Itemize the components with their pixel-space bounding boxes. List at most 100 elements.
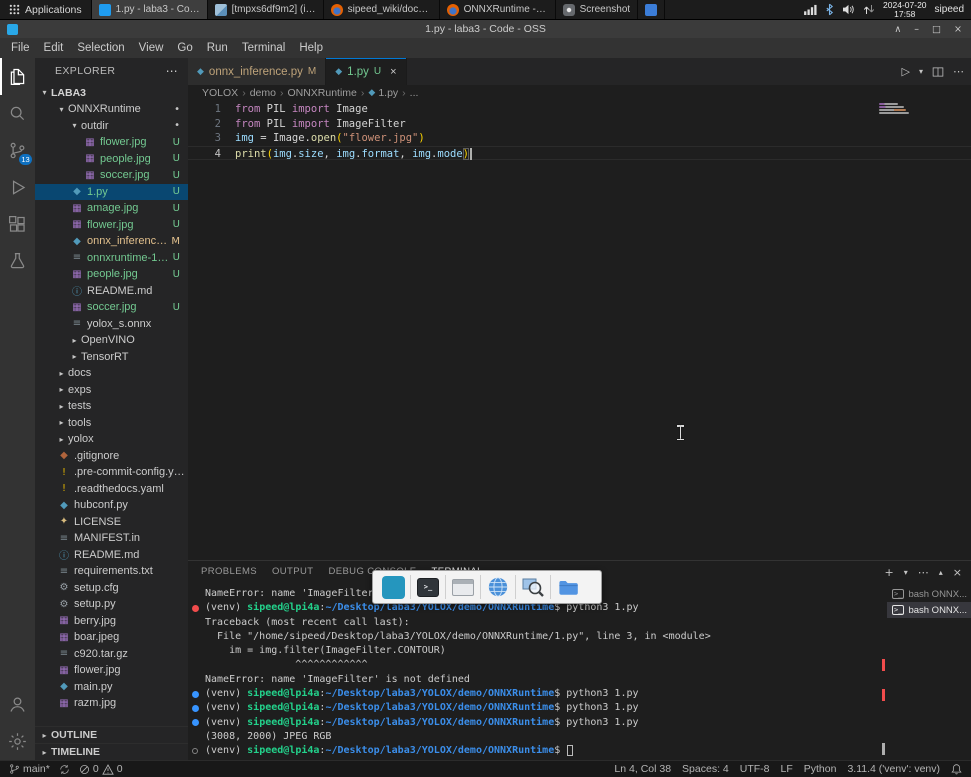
signal-strength-icon[interactable] — [804, 4, 817, 15]
menu-run[interactable]: Run — [200, 42, 235, 54]
file-yolox-s-onnx[interactable]: ≡ yolox_s.onnx — [35, 316, 188, 333]
file-license[interactable]: ✦ LICENSE — [35, 514, 188, 531]
terminal-tab[interactable]: >_ bash ONNX... — [887, 586, 971, 602]
testing-activity-button[interactable] — [0, 243, 35, 280]
taskbar-window-1-py-laba3-code[interactable]: 1.py - laba3 - Code -... — [91, 0, 208, 19]
status-spaces-4[interactable]: Spaces: 4 — [682, 763, 729, 775]
code-editor[interactable]: 1 from PIL import Image 2 from PIL import I… — [188, 100, 971, 560]
file-onnx-inference[interactable]: ◆ onnx_inference.... M — [35, 233, 188, 250]
switcher-item-browser[interactable] — [483, 573, 513, 601]
clock[interactable]: 2024-07-20 17:58 — [883, 0, 926, 19]
folder-yolox[interactable]: ▸ yolox — [35, 431, 188, 448]
menu-edit[interactable]: Edit — [37, 42, 71, 54]
file-gitignore[interactable]: ◆ .gitignore — [35, 448, 188, 465]
switcher-item-file-manager[interactable] — [553, 573, 583, 601]
file-flower-jpg[interactable]: ▦ flower.jpg U — [35, 217, 188, 234]
editor-tab-onnx-inference-py[interactable]: ◆ onnx_inference.py M — [188, 58, 327, 85]
maximize-window-icon[interactable]: □ — [932, 24, 941, 35]
run-python-file-button[interactable]: ▷ — [902, 65, 910, 78]
taskbar-window-item[interactable] — [638, 0, 666, 19]
git-branch-status[interactable]: main* — [9, 763, 50, 775]
status-3-11-4-venv-venv[interactable]: 3.11.4 ('venv': venv) — [847, 763, 940, 775]
status-python[interactable]: Python — [804, 763, 837, 775]
file-soccer-jpg[interactable]: ▦ soccer.jpg U — [35, 167, 188, 184]
file-flower-jpg[interactable]: ▦ flower.jpg U — [35, 134, 188, 151]
menu-terminal[interactable]: Terminal — [235, 42, 292, 54]
switcher-item-screenshot-tool[interactable] — [518, 573, 548, 601]
folder-docs[interactable]: ▸ docs — [35, 365, 188, 382]
menu-selection[interactable]: Selection — [70, 42, 131, 54]
menu-view[interactable]: View — [132, 42, 171, 54]
switcher-item-selected-app[interactable] — [378, 573, 408, 601]
file-main-py[interactable]: ◆ main.py — [35, 679, 188, 696]
file-people-jpg[interactable]: ▦ people.jpg U — [35, 266, 188, 283]
file-readme-md[interactable]: ⓘ README.md — [35, 547, 188, 564]
switcher-item-terminal[interactable]: >_ — [413, 573, 443, 601]
terminal-dropdown-icon[interactable]: ▾ — [904, 568, 908, 577]
close-panel-icon[interactable]: × — [953, 566, 962, 579]
file-razm-jpg[interactable]: ▦ razm.jpg — [35, 695, 188, 712]
breadcrumb-demo[interactable]: demo — [250, 87, 276, 99]
folder-tests[interactable]: ▸ tests — [35, 398, 188, 415]
file-1-py[interactable]: ◆ 1.py U — [35, 183, 188, 200]
folder-tools[interactable]: ▸ tools — [35, 415, 188, 432]
file-readme-md[interactable]: ⓘ README.md — [35, 283, 188, 300]
file-boar-jpeg[interactable]: ▦ boar.jpeg — [35, 629, 188, 646]
split-editor-icon[interactable] — [932, 66, 944, 78]
problems-status[interactable]: 0 0 — [79, 763, 123, 775]
search-activity-button[interactable] — [0, 95, 35, 132]
section-outline[interactable]: ▸ OUTLINE — [35, 726, 188, 743]
shade-window-icon[interactable]: ∧ — [894, 24, 901, 35]
sync-changes-button[interactable] — [59, 764, 70, 775]
settings-button[interactable] — [0, 723, 35, 760]
run-debug-activity-button[interactable] — [0, 169, 35, 206]
breadcrumb-1-py[interactable]: ◆ 1.py — [368, 87, 398, 99]
network-icon[interactable] — [863, 4, 875, 15]
panel-more-icon[interactable]: ⋯ — [918, 566, 929, 579]
status-ln-4-col-38[interactable]: Ln 4, Col 38 — [614, 763, 671, 775]
panel-tab-output[interactable]: OUTPUT — [272, 561, 313, 583]
file-amage-jpg[interactable]: ▦ amage.jpg U — [35, 200, 188, 217]
close-icon[interactable]: × — [390, 66, 396, 78]
file-c920-tar-gz[interactable]: ≡ c920.tar.gz — [35, 646, 188, 663]
workspace-section-header[interactable]: ▾ LABA3 — [35, 84, 188, 101]
more-actions-icon[interactable]: ⋯ — [953, 65, 964, 78]
menu-file[interactable]: File — [4, 42, 37, 54]
file-onnxruntime-1[interactable]: ≡ onnxruntime-1.... U — [35, 250, 188, 267]
taskbar-window-screenshot[interactable]: Screenshot — [556, 0, 639, 19]
menu-go[interactable]: Go — [170, 42, 199, 54]
file-people-jpg[interactable]: ▦ people.jpg U — [35, 151, 188, 168]
minimize-window-icon[interactable]: – — [914, 24, 919, 35]
switcher-item-window[interactable] — [448, 573, 478, 601]
menu-help[interactable]: Help — [292, 42, 330, 54]
run-dropdown-icon[interactable]: ▾ — [919, 67, 923, 76]
file-hubconf-py[interactable]: ◆ hubconf.py — [35, 497, 188, 514]
explorer-activity-button[interactable] — [0, 58, 35, 95]
file-pre-commit-config-yaml[interactable]: ! .pre-commit-config.yaml — [35, 464, 188, 481]
file-requirements-txt[interactable]: ≡ requirements.txt — [35, 563, 188, 580]
section-timeline[interactable]: ▸ TIMELINE — [35, 743, 188, 760]
file-flower-jpg[interactable]: ▦ flower.jpg — [35, 662, 188, 679]
new-terminal-icon[interactable]: + — [885, 566, 894, 579]
file-setup-py[interactable]: ⚙ setup.py — [35, 596, 188, 613]
file-readthedocs-yaml[interactable]: ! .readthedocs.yaml — [35, 481, 188, 498]
status-utf-8[interactable]: UTF-8 — [740, 763, 770, 775]
breadcrumb-item[interactable]: ... — [410, 87, 419, 99]
taskbar-window-onnxruntime-th[interactable]: ONNXRuntime - Th... — [440, 0, 556, 19]
breadcrumb-onnxruntime[interactable]: ONNXRuntime — [287, 87, 356, 99]
source-control-activity-button[interactable]: 13 — [0, 132, 35, 169]
folder-openvino[interactable]: ▸ OpenVINO — [35, 332, 188, 349]
explorer-more-actions-icon[interactable]: ⋯ — [166, 64, 178, 78]
applications-menu-button[interactable]: Applications — [0, 0, 92, 19]
file-setup-cfg[interactable]: ⚙ setup.cfg — [35, 580, 188, 597]
editor-tab-1-py[interactable]: ◆ 1.py U × — [326, 58, 407, 85]
window-titlebar[interactable]: 1.py - laba3 - Code - OSS ∧ – □ × — [0, 20, 971, 38]
maximize-panel-icon[interactable]: ▴ — [939, 568, 943, 577]
folder-tensorrt[interactable]: ▸ TensorRT — [35, 349, 188, 366]
taskbar-window-sipeed-wiki-docs-h[interactable]: sipeed_wiki/docs/h... — [324, 0, 440, 19]
folder-outdir[interactable]: ▾ outdir • — [35, 118, 188, 135]
accounts-button[interactable] — [0, 686, 35, 723]
taskbar-window-tmpxs6df9m2-im[interactable]: [tmpxs6df9m2] (im... — [208, 0, 324, 19]
volume-icon[interactable] — [842, 4, 855, 15]
user-menu[interactable]: sipeed — [935, 4, 964, 15]
